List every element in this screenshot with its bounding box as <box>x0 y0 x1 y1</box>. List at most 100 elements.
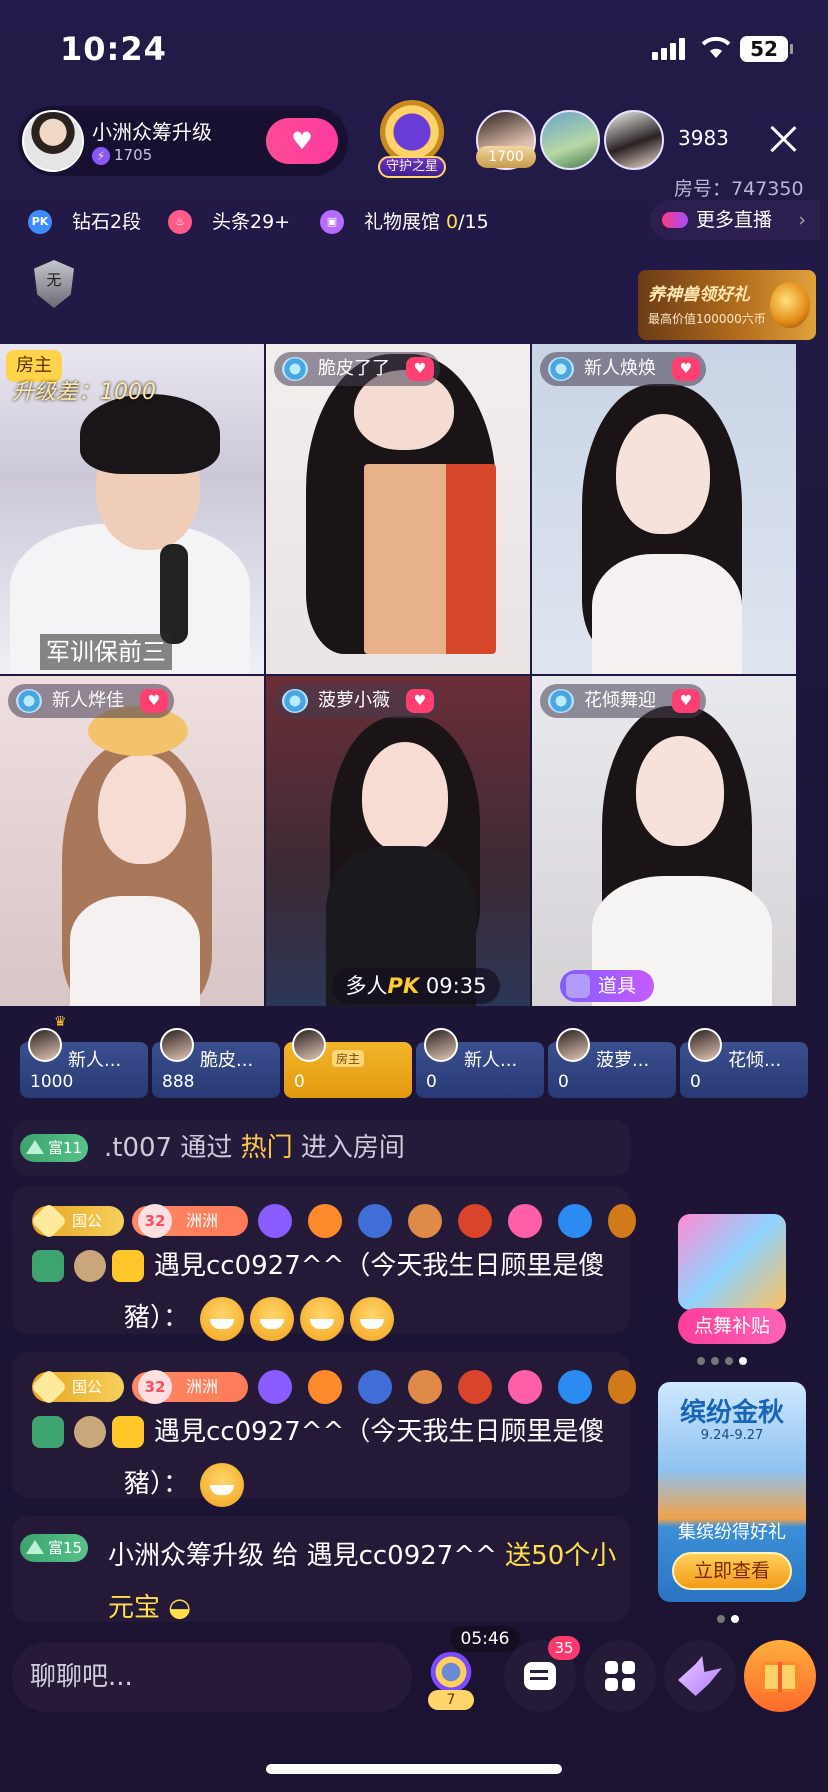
follow-heart-icon[interactable]: ♥ <box>406 689 434 713</box>
gold-ingot-icon: ◒ <box>160 1593 191 1623</box>
spiral-icon <box>548 689 574 713</box>
score-value: 888 <box>162 1072 195 1092</box>
user-badge-icon <box>112 1416 144 1448</box>
spiral-icon <box>282 357 308 381</box>
video-tile[interactable]: 新人焕焕 ♥ <box>532 344 796 674</box>
score-avatar <box>688 1028 722 1062</box>
gift-gallery-count: 0 <box>446 211 459 233</box>
video-tile[interactable]: 新人烨佳 ♥ <box>0 676 264 1006</box>
host-heat-value: 1705 <box>114 146 153 164</box>
guest-name-tag[interactable]: 花倾舞迎 ♥ <box>540 684 706 718</box>
message-user[interactable]: 遇見cc0927^^ <box>124 1417 344 1447</box>
medal-icon <box>508 1370 542 1404</box>
chat-gift-message: 富15 小洲众筹升级 给 遇見cc0927^^ 送50个小元宝 ◒ <box>12 1516 630 1623</box>
gift-to[interactable]: 遇見cc0927^^ <box>307 1541 497 1571</box>
spiral-icon <box>16 689 42 713</box>
person-face <box>362 742 448 852</box>
score-value: 0 <box>426 1072 437 1092</box>
score-name: 房主 <box>332 1050 365 1067</box>
medal-icon <box>308 1204 342 1238</box>
video-tile-host[interactable]: 房主 升级差：1000 军训保前三 <box>0 344 264 674</box>
viewer-avatar[interactable] <box>540 110 600 170</box>
badge-row: 国公 32 洲洲 <box>22 1200 636 1240</box>
score-card[interactable]: 花倾... 0 <box>680 1028 808 1098</box>
host-avatar[interactable] <box>22 110 84 172</box>
score-card[interactable]: 菠萝... 0 <box>548 1028 676 1098</box>
video-tile[interactable]: 脆皮了了 ♥ <box>266 344 530 674</box>
countdown-timer: 05:46 <box>450 1626 520 1652</box>
score-card-host[interactable]: 房主 0 <box>284 1028 412 1098</box>
guest-name-tag[interactable]: 脆皮了了 ♥ <box>274 352 440 386</box>
paw-badge-icon <box>74 1250 106 1282</box>
person-face <box>636 736 724 846</box>
noble-title-badge: 国公 <box>32 1206 124 1236</box>
rank-badge[interactable]: 无 <box>28 256 80 316</box>
gift-gallery-pill[interactable]: ▣ 礼物展馆 0/15 <box>310 202 492 242</box>
score-name: 新人... <box>68 1050 122 1071</box>
message-user[interactable]: 遇見cc0927^^ <box>124 1251 344 1281</box>
grin-emoji-icon <box>200 1462 245 1507</box>
gift-button[interactable] <box>744 1640 816 1712</box>
paper-crane-button[interactable] <box>664 1640 736 1712</box>
multi-pk-timer[interactable]: 多人PK 09:35 <box>332 968 500 1004</box>
dance-promo-art <box>678 1214 786 1310</box>
score-value: 0 <box>558 1072 569 1092</box>
headline-pill[interactable]: ♨ 头条29+ <box>158 202 291 242</box>
paper-crane-icon <box>678 1656 722 1696</box>
live-icon <box>662 212 688 228</box>
guest-name: 新人烨佳 <box>52 690 124 711</box>
medal-icon <box>558 1204 592 1238</box>
guard-star-badge[interactable]: 守护之星 <box>366 96 458 186</box>
score-card[interactable]: ♛ 新人... 1000 <box>20 1014 148 1098</box>
guest-name-tag[interactable]: 菠萝小薇 ♥ <box>274 684 440 718</box>
host-card[interactable]: 小洲众筹升级 ⚡ 1705 ♥ <box>18 106 348 176</box>
message-body: 遇見cc0927^^（今天我生日顾里是傻豬）： <box>22 1240 620 1341</box>
close-icon[interactable] <box>768 124 798 154</box>
chat-bubble-icon <box>524 1662 556 1690</box>
guard-emblem-icon <box>376 100 448 164</box>
medal-icon <box>508 1204 542 1238</box>
viewer-avatar[interactable] <box>604 110 664 170</box>
more-live-button[interactable]: 更多直播 › <box>650 200 820 240</box>
guest-name-tag[interactable]: 新人烨佳 ♥ <box>8 684 174 718</box>
dance-subsidy-button[interactable]: 点舞补贴 <box>678 1308 786 1344</box>
follow-heart-icon[interactable]: ♥ <box>140 689 168 713</box>
medal-icon <box>558 1370 592 1404</box>
follow-heart-icon[interactable]: ♥ <box>672 689 700 713</box>
follow-heart-button[interactable]: ♥ <box>266 118 338 164</box>
dance-subsidy-promo[interactable]: 点舞补贴 <box>672 1214 792 1354</box>
score-avatar <box>160 1028 194 1062</box>
guest-name-tag[interactable]: 新人焕焕 ♥ <box>540 352 706 386</box>
props-button[interactable]: 道具 <box>560 970 654 1002</box>
headline-label: 头条29+ <box>212 211 291 233</box>
score-card[interactable]: 新人... 0 <box>416 1028 544 1098</box>
follow-heart-icon[interactable]: ♥ <box>406 357 434 381</box>
promo-banner[interactable]: 养神兽领好礼 最高价值100000六币 <box>638 270 816 340</box>
flame-icon: ♨ <box>168 210 192 234</box>
video-tile[interactable]: 花倾舞迎 ♥ <box>532 676 796 1006</box>
enter-user[interactable]: .t007 <box>104 1133 172 1163</box>
pk-prefix: 多人 <box>345 974 388 998</box>
chat-messages-button[interactable]: 35 <box>504 1636 580 1712</box>
video-tile[interactable]: 菠萝小薇 ♥ <box>266 676 530 1006</box>
grin-emoji-icon <box>250 1296 295 1341</box>
autumn-subtitle: 集缤纷得好礼 <box>678 1522 786 1543</box>
room-number: 房号：747350 <box>674 178 804 200</box>
chat-input[interactable]: 聊聊吧... <box>12 1642 412 1712</box>
pk-rank-pill[interactable]: PK 钻石2段 <box>18 202 168 242</box>
treasure-crown-button[interactable]: 7 <box>424 1652 478 1712</box>
carousel-dots <box>714 1608 742 1623</box>
home-indicator[interactable] <box>266 1764 562 1774</box>
score-card[interactable]: 脆皮... 888 <box>152 1028 280 1098</box>
autumn-view-button[interactable]: 立即查看 <box>672 1552 792 1590</box>
autumn-event-promo[interactable]: 缤纷金秋 9.24-9.27 集缤纷得好礼 立即查看 <box>658 1382 806 1602</box>
more-functions-button[interactable] <box>584 1640 656 1712</box>
gift-from[interactable]: 小洲众筹升级 <box>108 1541 264 1571</box>
viewer-count[interactable]: 3983 <box>678 126 729 150</box>
wealth-level-badge: 富11 <box>20 1134 88 1162</box>
crown-icon: ♛ <box>54 1014 67 1030</box>
score-board: ♛ 新人... 1000 脆皮... 888 房主 0 新人... 0 菠萝... 0 花倾… <box>0 1014 828 1102</box>
grin-emoji-icon <box>200 1296 245 1341</box>
follow-heart-icon[interactable]: ♥ <box>672 357 700 381</box>
autumn-dates: 9.24-9.27 <box>700 1428 764 1443</box>
